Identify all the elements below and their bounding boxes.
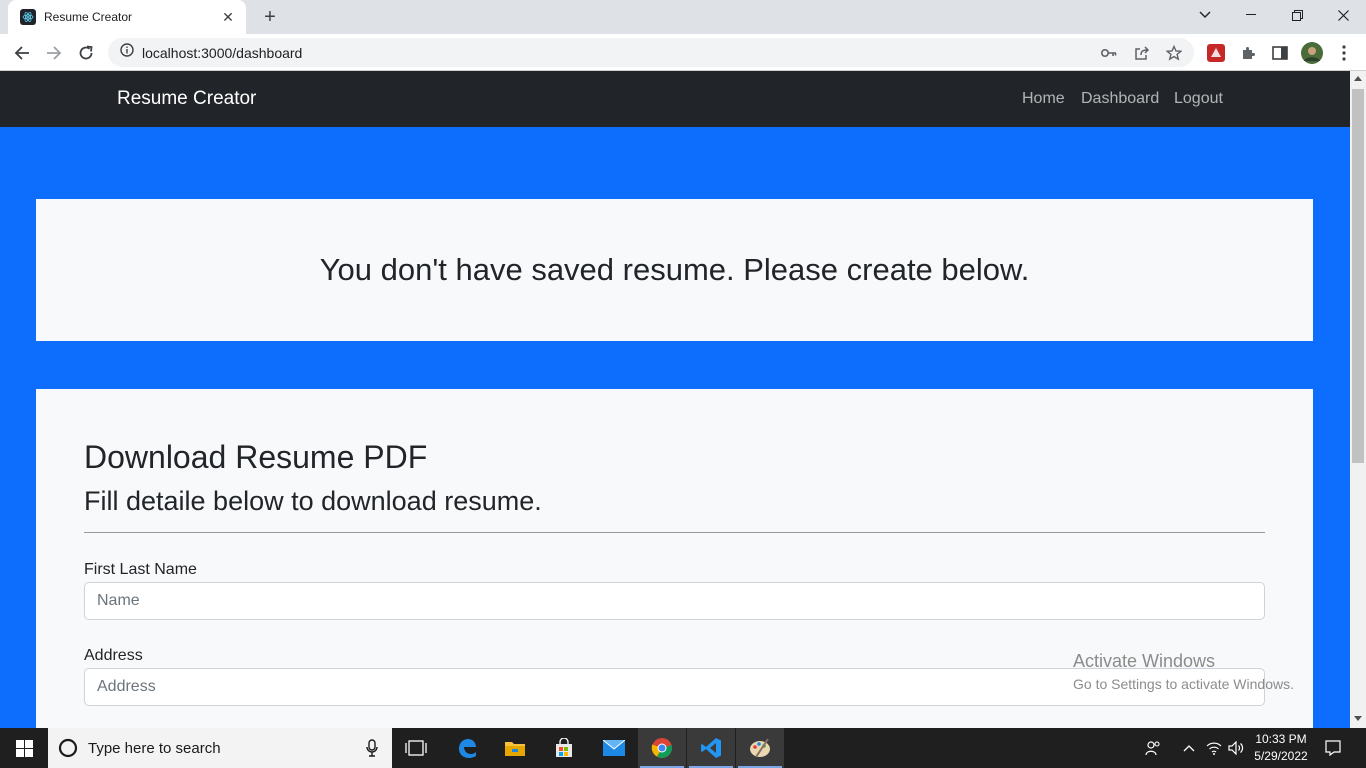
show-hidden-icons-chevron-icon[interactable] (1178, 728, 1200, 768)
back-arrow-icon[interactable] (9, 40, 35, 66)
file-explorer-icon (505, 742, 525, 756)
url-text: localhost:3000/dashboard (142, 44, 303, 61)
share-icon[interactable] (1133, 44, 1151, 62)
scroll-down-arrow-icon[interactable] (1354, 716, 1362, 721)
people-icon[interactable] (1140, 728, 1166, 768)
edge-icon (459, 739, 476, 758)
side-panel-icon[interactable] (1267, 40, 1293, 66)
name-field-label: First Last Name (84, 561, 197, 578)
restore-button[interactable] (1274, 0, 1320, 30)
activate-windows-subtitle: Go to Settings to activate Windows. (1073, 676, 1294, 692)
taskbar-app-paint[interactable] (736, 728, 784, 768)
chrome-icon (651, 738, 672, 758)
nav-link-logout[interactable]: Logout (1174, 90, 1223, 108)
no-resume-notice: You don't have saved resume. Please crea… (36, 199, 1313, 341)
taskbar-app-file-explorer[interactable] (491, 728, 539, 768)
nav-link-home[interactable]: Home (1022, 90, 1065, 108)
mail-icon (603, 740, 625, 756)
browser-tab[interactable]: Resume Creator ✕ (8, 0, 246, 34)
scroll-thumb[interactable] (1352, 89, 1364, 463)
task-view-button[interactable] (392, 728, 440, 768)
chrome-menu-icon[interactable] (1331, 40, 1357, 66)
browser-toolbar: localhost:3000/dashboard (0, 34, 1366, 71)
volume-speaker-icon[interactable] (1226, 728, 1246, 768)
new-tab-button[interactable]: + (258, 5, 282, 29)
forward-arrow-icon[interactable] (41, 40, 67, 66)
cortana-circle-icon (58, 738, 78, 758)
microphone-icon[interactable] (366, 739, 378, 757)
taskbar-app-store[interactable] (540, 728, 588, 768)
page-viewport: Resume Creator Home Dashboard Logout You… (0, 71, 1350, 728)
clock-date: 5/29/2022 (1254, 749, 1308, 763)
page-scrollbar[interactable] (1350, 71, 1366, 728)
reload-icon[interactable] (73, 40, 99, 66)
name-input[interactable] (84, 582, 1265, 620)
minimize-button[interactable] (1228, 0, 1274, 30)
system-clock[interactable]: 10:33 PM 5/29/2022 (1244, 731, 1318, 765)
clock-time: 10:33 PM (1255, 732, 1307, 746)
taskbar-app-vscode[interactable] (687, 728, 735, 768)
profile-avatar[interactable] (1299, 40, 1325, 66)
tab-title: Resume Creator (44, 10, 133, 24)
network-wifi-icon[interactable] (1204, 728, 1224, 768)
site-info-icon[interactable] (120, 43, 134, 62)
address-field-label: Address (84, 647, 143, 664)
navbar: Resume Creator Home Dashboard Logout (0, 71, 1350, 127)
notice-text: You don't have saved resume. Please crea… (319, 252, 1030, 287)
form-divider (84, 532, 1265, 533)
action-center-notification-icon[interactable] (1320, 728, 1346, 768)
extensions-puzzle-icon[interactable] (1235, 40, 1261, 66)
scroll-up-arrow-icon[interactable] (1354, 76, 1362, 81)
task-view-icon (405, 740, 427, 756)
bookmark-star-icon[interactable] (1165, 44, 1183, 62)
taskbar-search-box[interactable]: Type here to search (48, 728, 392, 768)
nav-link-dashboard[interactable]: Dashboard (1081, 90, 1159, 108)
start-button[interactable] (0, 728, 48, 768)
activate-windows-title: Activate Windows (1073, 651, 1216, 671)
react-favicon-icon (20, 9, 36, 25)
navbar-brand[interactable]: Resume Creator (117, 88, 256, 110)
store-bag-icon (556, 738, 572, 757)
form-subheading: Fill detaile below to download resume. (84, 486, 542, 516)
address-bar[interactable]: localhost:3000/dashboard (108, 38, 1194, 67)
form-heading: Download Resume PDF (84, 439, 428, 475)
windows-taskbar: Type here to search 10:33 PM 5/29/2022 (0, 728, 1366, 768)
password-key-icon[interactable] (1100, 44, 1118, 62)
vscode-icon (701, 738, 721, 758)
extension-red-icon[interactable] (1203, 40, 1229, 66)
close-window-button[interactable] (1320, 0, 1366, 30)
taskbar-app-chrome[interactable] (638, 728, 686, 768)
tab-search-chevron-icon[interactable] (1182, 0, 1228, 30)
taskbar-app-mail[interactable] (590, 728, 638, 768)
tab-close-icon[interactable]: ✕ (220, 9, 236, 26)
browser-tabstrip: Resume Creator ✕ + (0, 0, 1366, 34)
search-placeholder: Type here to search (88, 739, 221, 757)
taskbar-app-edge[interactable] (443, 728, 491, 768)
windows-logo-icon (15, 739, 33, 757)
paint-palette-icon (750, 738, 770, 758)
